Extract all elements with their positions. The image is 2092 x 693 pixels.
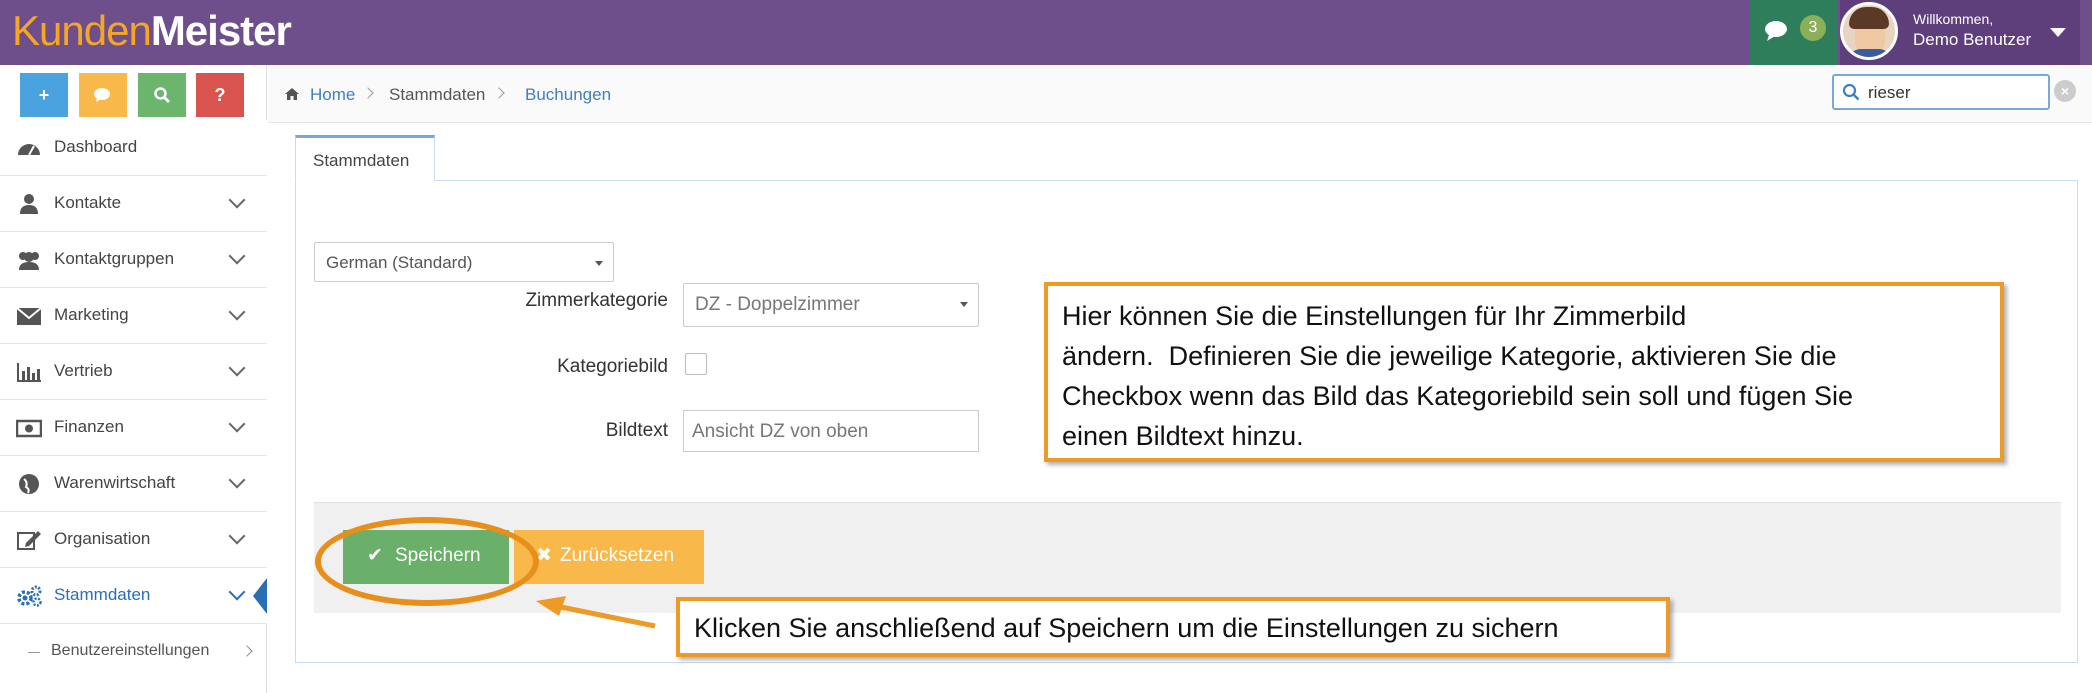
callout-line: Hier können Sie die Einstellungen für Ih…	[1062, 301, 1687, 331]
sidebar-item-label: Stammdaten	[54, 585, 151, 604]
zimmerkategorie-label: Zimmerkategorie	[525, 290, 668, 311]
plus-icon: +	[38, 85, 50, 105]
chevron-down-icon	[228, 471, 246, 489]
user-icon	[20, 194, 38, 214]
search-input[interactable]	[1868, 82, 2044, 104]
bildtext-label: Bildtext	[605, 420, 668, 441]
chevron-right-icon	[241, 645, 253, 657]
logo-part1: Kunden	[12, 7, 152, 54]
sidebar-item-label: Organisation	[54, 529, 151, 548]
caret-down-icon	[960, 302, 968, 307]
envelope-icon	[16, 307, 42, 325]
caret-down-icon	[595, 261, 603, 266]
sidebar-item-organisation[interactable]: Organisation	[0, 512, 267, 568]
search-icon	[154, 87, 171, 104]
logo-part2: Meister	[150, 7, 292, 54]
language-value: German (Standard)	[326, 253, 473, 272]
language-select[interactable]: German (Standard)	[314, 242, 614, 282]
quick-chat-button[interactable]	[79, 73, 127, 117]
callout-text: Klicken Sie anschließend auf Speichern u…	[694, 613, 1559, 643]
sidebar-item-stammdaten[interactable]: Stammdaten	[0, 568, 267, 624]
home-icon[interactable]	[284, 87, 300, 101]
chevron-right-icon	[493, 87, 505, 99]
sidebar-item-marketing[interactable]: Marketing	[0, 288, 267, 344]
highlight-ring	[315, 517, 539, 606]
username: Demo Benutzer	[1913, 30, 2032, 49]
comments-icon	[1765, 21, 1787, 41]
sidebar-subitem-benutzereinstellungen[interactable]: Benutzereinstellungen	[0, 632, 267, 672]
chevron-down-icon	[228, 359, 246, 377]
comments-icon	[94, 88, 110, 102]
zimmerkategorie-select[interactable]: DZ - Doppelzimmer	[683, 283, 979, 327]
quick-add-button[interactable]: +	[20, 73, 68, 117]
clear-search-button[interactable]: ×	[2054, 80, 2076, 102]
kategoriebild-checkbox[interactable]	[685, 353, 707, 375]
sidebar-item-label: Kontaktgruppen	[54, 249, 175, 268]
question-icon: ?	[214, 85, 226, 105]
chevron-down-icon	[228, 247, 246, 265]
chevron-down-icon	[228, 303, 246, 321]
sidebar-item-warenwirtschaft[interactable]: Warenwirtschaft	[0, 456, 267, 512]
avatar	[1840, 2, 1898, 60]
chevron-down-icon	[228, 415, 246, 433]
reset-button[interactable]: ✖ Zurücksetzen	[514, 530, 704, 584]
kategoriebild-label: Kategoriebild	[557, 356, 668, 377]
breadcrumb-home[interactable]: Home	[310, 85, 355, 105]
caret-down-icon[interactable]	[2050, 28, 2066, 37]
sidebar-item-label: Kontakte	[54, 193, 122, 212]
sidebar-item-kontaktgruppen[interactable]: Kontaktgruppen	[0, 232, 267, 288]
bar-chart-icon	[17, 363, 41, 382]
users-icon	[19, 252, 39, 270]
sidebar-item-vertrieb[interactable]: Vertrieb	[0, 344, 267, 400]
search-box	[1832, 74, 2050, 110]
chevron-right-icon	[362, 87, 374, 99]
active-indicator	[253, 578, 267, 614]
messages-button[interactable]: 3	[1750, 0, 1838, 65]
callout-line: Checkbox wenn das Bild das Kategoriebild…	[1062, 381, 1854, 411]
sidebar-item-label: Finanzen	[54, 417, 124, 436]
top-bar: KundenMeister 3 Willkommen, Demo Benutze…	[0, 0, 2092, 65]
breadcrumb: Home Stammdaten Buchungen	[268, 65, 2092, 123]
sidebar: + ? Dashboard Kontakte Kontaktgruppen Ma…	[0, 65, 267, 693]
sidebar-item-finanzen[interactable]: Finanzen	[0, 400, 267, 456]
search-icon	[1842, 83, 1860, 101]
annotation-callout-settings: Hier können Sie die Einstellungen für Ih…	[1044, 282, 2004, 462]
sidebar-item-label: Dashboard	[54, 137, 138, 156]
sidebar-item-label: Marketing	[54, 305, 129, 324]
chevron-down-icon	[228, 527, 246, 545]
user-menu[interactable]: Willkommen, Demo Benutzer	[1840, 0, 2080, 65]
logo[interactable]: KundenMeister	[12, 6, 292, 56]
globe-icon	[19, 474, 39, 494]
tab-label: Stammdaten	[313, 151, 410, 170]
chevron-down-icon	[228, 583, 246, 601]
sidebar-subitem-label: Benutzereinstellungen	[51, 642, 210, 659]
message-count-badge: 3	[1800, 15, 1826, 41]
callout-line: einen Bildtext hinzu.	[1062, 421, 1304, 451]
money-icon	[16, 419, 42, 438]
callout-line: ändern. Definieren Sie die jeweilige Kat…	[1062, 341, 1837, 371]
bildtext-input[interactable]	[692, 420, 970, 444]
sidebar-item-kontakte[interactable]: Kontakte	[0, 176, 267, 232]
annotation-callout-save: Klicken Sie anschließend auf Speichern u…	[676, 597, 1670, 657]
breadcrumb-stammdaten[interactable]: Stammdaten	[389, 85, 485, 105]
sidebar-item-label: Warenwirtschaft	[54, 473, 176, 492]
zimmerkategorie-value: DZ - Doppelzimmer	[695, 294, 860, 315]
sidebar-item-dashboard[interactable]: Dashboard	[0, 120, 267, 176]
tab-stammdaten[interactable]: Stammdaten	[295, 135, 435, 181]
quick-help-button[interactable]: ?	[196, 73, 244, 117]
dashboard-icon	[18, 144, 40, 156]
cogs-icon	[17, 585, 42, 607]
chevron-down-icon	[228, 191, 246, 209]
breadcrumb-buchungen[interactable]: Buchungen	[525, 85, 611, 105]
bildtext-field-wrap	[683, 410, 979, 452]
reset-label: Zurücksetzen	[560, 545, 675, 566]
edit-icon	[17, 531, 41, 550]
quick-search-button[interactable]	[138, 73, 186, 117]
sidebar-item-label: Vertrieb	[54, 361, 113, 380]
welcome-text: Willkommen,	[1913, 11, 1994, 27]
